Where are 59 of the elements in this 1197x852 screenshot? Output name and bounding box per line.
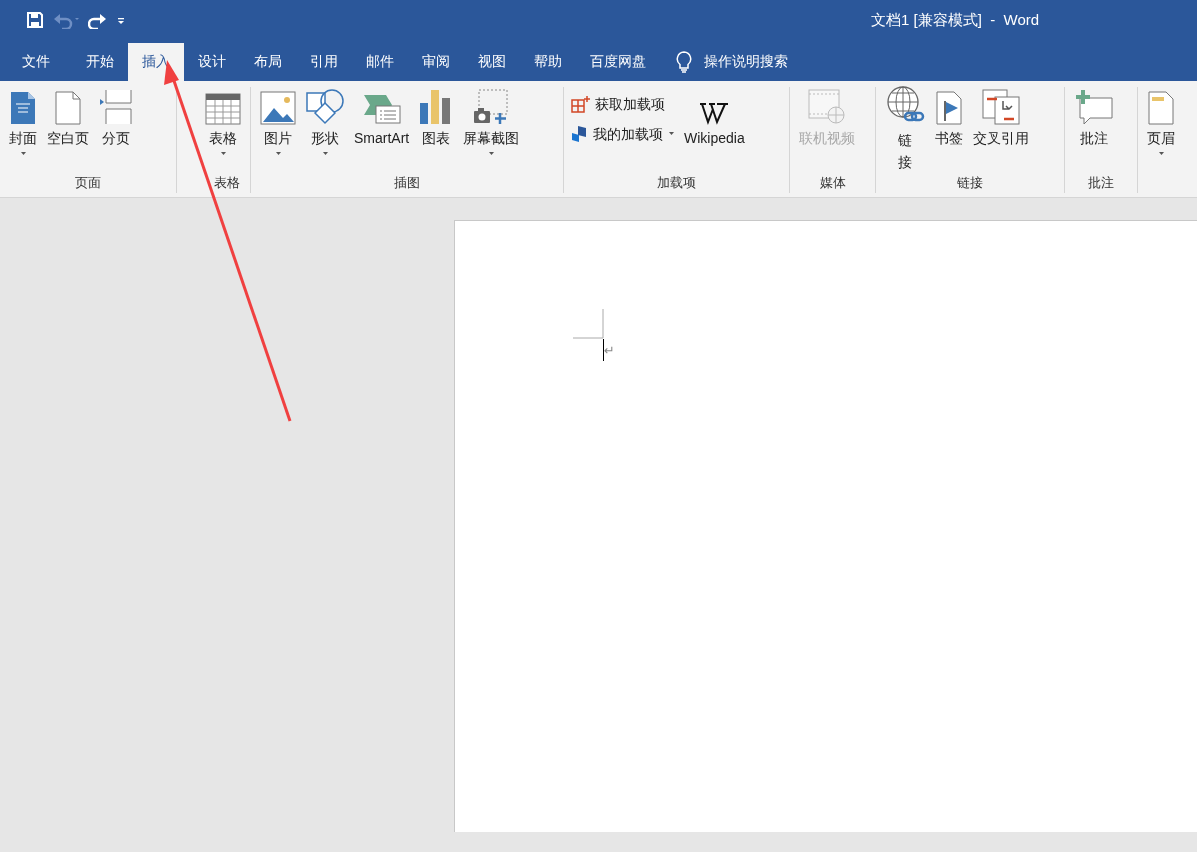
group-label: 链接 bbox=[956, 174, 984, 192]
ribbon-tab[interactable]: 邮件 bbox=[352, 43, 408, 81]
addins-icon bbox=[571, 125, 589, 143]
table-icon bbox=[205, 93, 241, 125]
margin-corner-mark bbox=[573, 309, 604, 339]
ribbon-small-button[interactable]: 我的加载项 bbox=[569, 125, 678, 143]
comment-icon bbox=[1074, 89, 1114, 125]
ribbon-button[interactable]: 分页 bbox=[95, 87, 137, 147]
lightbulb-icon bbox=[676, 51, 692, 73]
group-label: 媒体 bbox=[818, 174, 847, 192]
shapes-icon bbox=[306, 89, 344, 125]
cover-page-icon bbox=[9, 91, 37, 125]
paragraph-mark: ↵ bbox=[604, 342, 615, 358]
header-icon bbox=[1147, 91, 1175, 125]
ribbon-button[interactable]: 形状 bbox=[302, 87, 348, 157]
ribbon-button[interactable]: 链接 bbox=[881, 87, 929, 173]
group-label: 加载项 bbox=[656, 174, 697, 192]
tell-me-search[interactable]: 操作说明搜索 bbox=[676, 43, 788, 81]
ribbon-button[interactable]: 封面 bbox=[5, 87, 41, 157]
ribbon-button[interactable]: 图片 bbox=[256, 87, 300, 157]
ribbon-tab[interactable]: 引用 bbox=[296, 43, 352, 81]
screenshot-icon bbox=[473, 89, 510, 125]
smartart-icon bbox=[362, 93, 401, 125]
ribbon-tab[interactable]: 审阅 bbox=[408, 43, 464, 81]
wikipedia-icon bbox=[699, 101, 730, 125]
page-break-icon bbox=[99, 89, 133, 125]
ribbon-tab[interactable]: 布局 bbox=[240, 43, 296, 81]
group-label: 批注 bbox=[1087, 174, 1115, 192]
ribbon-tab[interactable]: 百度网盘 bbox=[576, 43, 660, 81]
ribbon-button[interactable]: 屏幕截图 bbox=[459, 87, 524, 157]
ribbon-button[interactable]: 图表 bbox=[415, 87, 458, 147]
ribbon-button[interactable]: 页眉 bbox=[1143, 87, 1179, 157]
ribbon-tab[interactable]: 开始 bbox=[72, 43, 128, 81]
ribbon-small-button[interactable]: 获取加载项 bbox=[569, 95, 678, 113]
text-cursor bbox=[603, 339, 604, 361]
document-page[interactable]: ↵ bbox=[454, 220, 1197, 832]
group-label: 页面 bbox=[74, 174, 102, 192]
ribbon-tab[interactable]: 视图 bbox=[464, 43, 520, 81]
ribbon-tab[interactable]: 设计 bbox=[184, 43, 240, 81]
ribbon-button[interactable]: 书签 bbox=[931, 87, 967, 147]
group-label: 插图 bbox=[393, 174, 421, 192]
ribbon-tab[interactable]: 帮助 bbox=[520, 43, 576, 81]
video-icon bbox=[808, 89, 846, 125]
save-icon[interactable] bbox=[26, 11, 44, 29]
ribbon-tab[interactable]: 文件 bbox=[8, 43, 72, 81]
blank-page-icon bbox=[54, 91, 82, 125]
ribbon-button[interactable]: 批注 bbox=[1070, 87, 1118, 147]
ribbon-button[interactable]: 交叉引用 bbox=[969, 87, 1033, 147]
ribbon-button[interactable]: SmartArt bbox=[350, 87, 414, 147]
ribbon-button[interactable]: 空白页 bbox=[43, 87, 93, 147]
window-title: 文档1 [兼容模式] - Word bbox=[871, 11, 1040, 30]
store-icon bbox=[571, 95, 591, 113]
ribbon-button[interactable]: Wikipedia bbox=[680, 87, 749, 147]
cross-reference-icon bbox=[982, 89, 1020, 125]
group-label: 表格 bbox=[213, 174, 241, 192]
picture-icon bbox=[260, 91, 296, 125]
redo-icon[interactable] bbox=[88, 11, 108, 29]
ribbon-button[interactable]: 表格 bbox=[201, 87, 245, 157]
bookmark-icon bbox=[935, 91, 963, 125]
